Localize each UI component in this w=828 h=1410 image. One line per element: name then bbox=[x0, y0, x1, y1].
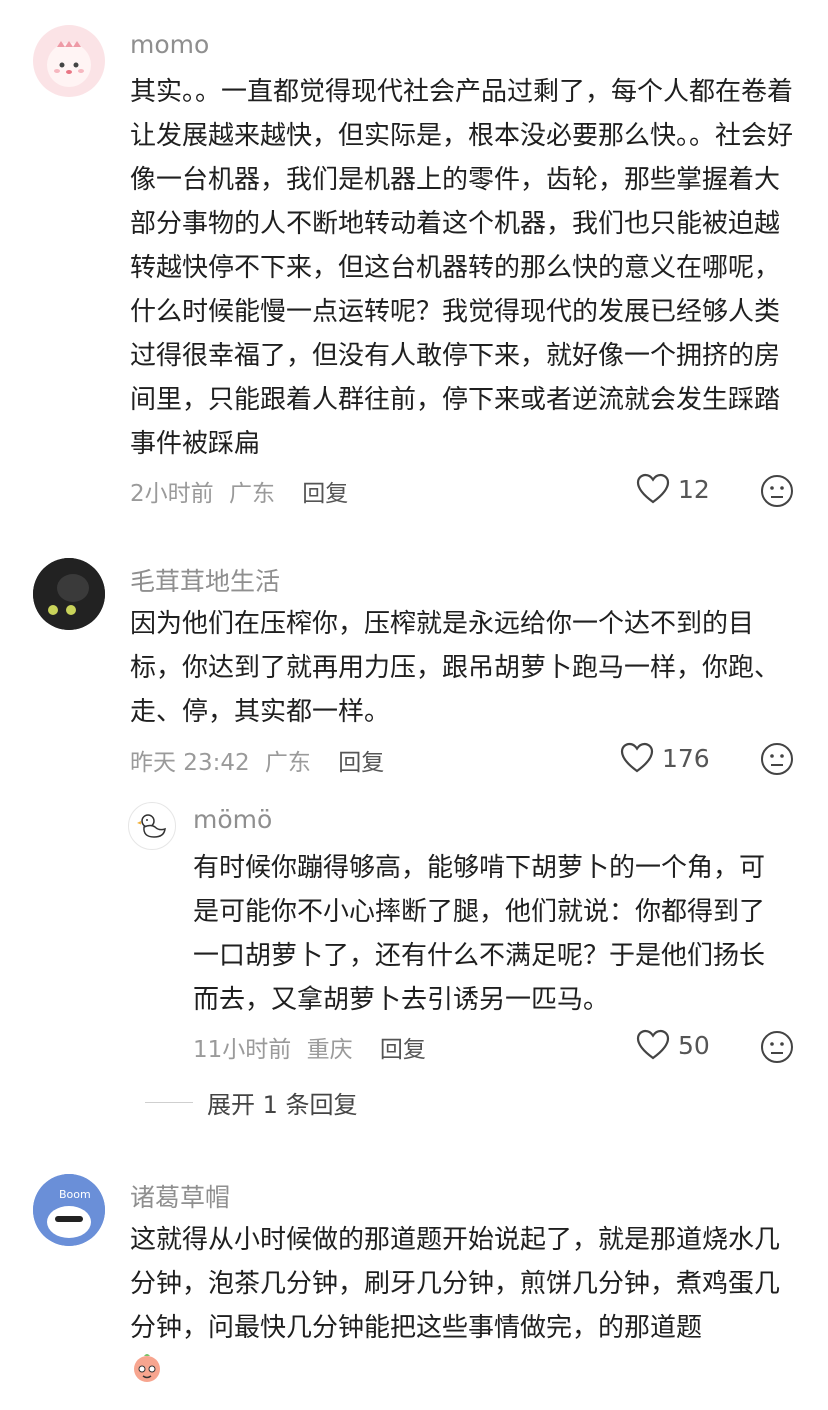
avatar[interactable]: Boom bbox=[33, 1174, 105, 1246]
heart-icon bbox=[620, 742, 654, 773]
comment: 毛茸茸地生活 因为他们在压榨你，压榨就是永远给你一个达不到的目标，你达到了就再用… bbox=[0, 540, 828, 1130]
avatar[interactable] bbox=[128, 802, 176, 850]
reply-location: 重庆 bbox=[306, 1037, 353, 1063]
comment-location: 广东 bbox=[228, 481, 275, 507]
dislike-button[interactable] bbox=[760, 1030, 794, 1068]
like-button[interactable]: 50 bbox=[636, 1029, 710, 1061]
comment: Boom 诸葛草帽 这就得从小时候做的那道题开始说起了，就是那道烧水几分钟，泡茶… bbox=[0, 1160, 828, 1410]
reply-button[interactable]: 回复 bbox=[338, 750, 384, 776]
like-count: 50 bbox=[678, 1030, 710, 1060]
comment-time: 昨天 23:42 bbox=[130, 750, 250, 776]
reply-button[interactable]: 回复 bbox=[380, 1037, 426, 1063]
boom-cat-avatar-icon: Boom bbox=[33, 1174, 105, 1246]
username[interactable]: 毛茸茸地生活 bbox=[130, 562, 280, 598]
comment-text: 这就得从小时候做的那道题开始说起了，就是那道烧水几分钟，泡茶几分钟，刷牙几分钟，… bbox=[130, 1225, 781, 1343]
username[interactable]: 诸葛草帽 bbox=[130, 1178, 230, 1214]
like-count: 176 bbox=[662, 743, 710, 773]
comment-text: 其实。。一直都觉得现代社会产品过剩了，每个人都在卷着让发展越来越快，但实际是，根… bbox=[130, 77, 794, 459]
reply-text: 有时候你蹦得够高，能够啃下胡萝卜的一个角，可是可能你不小心摔断了腿，他们就说：你… bbox=[193, 853, 766, 1015]
comment-meta: 2小时前 广东 回复 bbox=[130, 474, 348, 508]
avatar-label: Boom bbox=[59, 1188, 91, 1201]
unhappy-face-icon bbox=[761, 475, 793, 507]
dark-photo-avatar-icon bbox=[33, 558, 105, 630]
avatar[interactable] bbox=[33, 25, 105, 97]
like-button[interactable]: 12 bbox=[636, 473, 710, 505]
reply-time: 11小时前 bbox=[193, 1037, 292, 1063]
comment-time: 2小时前 bbox=[130, 481, 214, 507]
dislike-button[interactable] bbox=[760, 742, 794, 780]
peach-face-emoji-icon bbox=[130, 1350, 164, 1388]
comment-meta: 昨天 23:42 广东 回复 bbox=[130, 743, 384, 777]
comment: momo 其实。。一直都觉得现代社会产品过剩了，每个人都在卷着让发展越来越快，但… bbox=[0, 0, 828, 530]
duck-avatar-icon bbox=[137, 814, 166, 838]
reply-button[interactable]: 回复 bbox=[302, 481, 348, 507]
avatar[interactable] bbox=[33, 558, 105, 630]
comment-location: 广东 bbox=[264, 750, 311, 776]
unhappy-face-icon bbox=[761, 743, 793, 775]
unhappy-face-icon bbox=[761, 1031, 793, 1063]
comment-text: 因为他们在压榨你，压榨就是永远给你一个达不到的目标，你达到了就再用力压，跟吊胡萝… bbox=[130, 609, 781, 727]
username[interactable]: mömö bbox=[193, 805, 272, 834]
like-count: 12 bbox=[678, 474, 710, 504]
divider bbox=[145, 1102, 193, 1103]
like-button[interactable]: 176 bbox=[620, 742, 710, 774]
expand-replies-button[interactable]: 展开 1 条回复 bbox=[145, 1085, 358, 1120]
expand-replies-label: 展开 1 条回复 bbox=[207, 1091, 358, 1119]
dislike-button[interactable] bbox=[760, 474, 794, 512]
pink-creature-avatar-icon bbox=[47, 41, 91, 87]
reply-meta: 11小时前 重庆 回复 bbox=[193, 1030, 426, 1064]
heart-icon bbox=[636, 473, 670, 504]
heart-icon bbox=[636, 1029, 670, 1060]
username[interactable]: momo bbox=[130, 30, 209, 59]
